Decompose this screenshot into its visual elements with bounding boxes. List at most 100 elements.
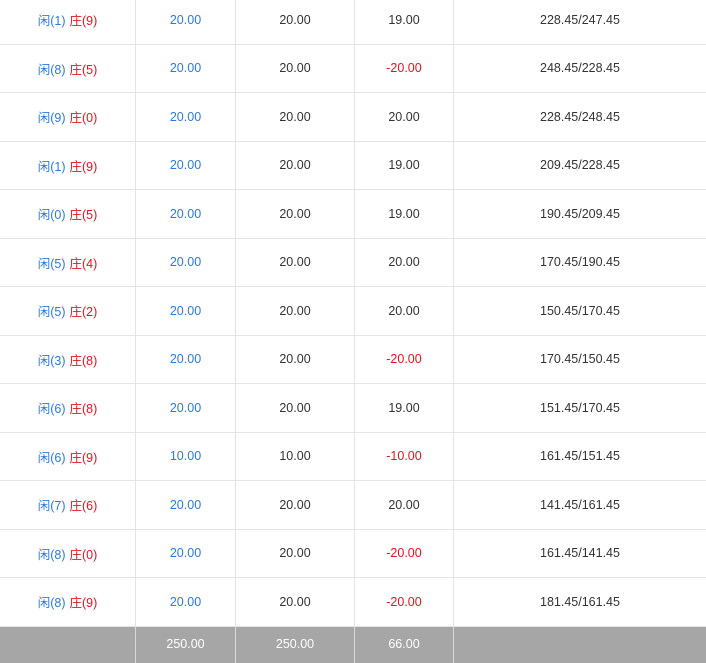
balance: 228.45/248.45 <box>540 109 620 124</box>
banker-result: 庄(9) <box>69 450 98 465</box>
player-result: 闲(0) <box>37 208 66 223</box>
bet-amount: 20.00 <box>136 287 236 335</box>
totals-label-cell <box>0 626 136 663</box>
valid-bet: 20.00 <box>236 384 355 432</box>
balance: 248.45/228.45 <box>540 61 620 76</box>
banker-result: 庄(6) <box>69 499 98 514</box>
bet-amount: 20.00 <box>136 481 236 529</box>
balance: 161.45/141.45 <box>540 546 620 561</box>
win-loss: 20.00 <box>355 93 454 141</box>
bet-amount: 20.00 <box>136 529 236 577</box>
banker-result: 庄(5) <box>69 208 98 223</box>
result-cell: 闲(8) 庄(0) <box>0 529 136 577</box>
banker-result: 庄(4) <box>69 256 98 271</box>
table-body: 闲(1) 庄(9) 20.00 20.00 19.00 228.45/247.45 闲(8)… <box>0 0 706 627</box>
banker-result: 庄(0) <box>69 547 98 562</box>
table-row: 闲(3) 庄(8) 20.00 20.00 -20.00 170.45/150.45 <box>0 335 706 384</box>
table-row: 闲(8) 庄(9) 20.00 20.00 -20.00 181.45/161.45 <box>0 578 706 627</box>
balance: 150.45/170.45 <box>540 303 620 318</box>
bet-amount: 20.00 <box>136 141 236 189</box>
banker-result: 庄(8) <box>69 353 98 368</box>
banker-result: 庄(9) <box>69 596 98 611</box>
table-row: 闲(8) 庄(0) 20.00 20.00 -20.00 161.45/141.45 <box>0 529 706 578</box>
player-result: 闲(6) <box>37 450 66 465</box>
win-loss: 19.00 <box>355 0 454 44</box>
banker-result: 庄(9) <box>69 159 98 174</box>
result-cell: 闲(5) 庄(4) <box>0 238 136 286</box>
result-cell: 闲(1) 庄(9) <box>0 141 136 189</box>
player-result: 闲(7) <box>37 499 66 514</box>
bet-records-table: 闲(1) 庄(9) 20.00 20.00 19.00 228.45/247.45 闲(8)… <box>0 0 706 663</box>
table-row: 闲(8) 庄(5) 20.00 20.00 -20.00 248.45/228.45 <box>0 44 706 93</box>
balance: 161.45/151.45 <box>540 449 620 464</box>
table-row: 闲(1) 庄(9) 20.00 20.00 19.00 209.45/228.45 <box>0 141 706 190</box>
result-cell: 闲(6) 庄(9) <box>0 432 136 480</box>
player-result: 闲(5) <box>37 305 66 320</box>
player-result: 闲(3) <box>37 353 66 368</box>
player-result: 闲(8) <box>37 547 66 562</box>
total-bet: 250.00 <box>136 626 236 663</box>
player-result: 闲(6) <box>37 402 66 417</box>
totals-balance-cell <box>454 627 706 663</box>
banker-result: 庄(2) <box>69 305 98 320</box>
player-result: 闲(1) <box>37 159 66 174</box>
win-loss: 20.00 <box>355 238 454 286</box>
valid-bet: 20.00 <box>236 141 355 189</box>
balance: 209.45/228.45 <box>540 158 620 173</box>
win-loss: -20.00 <box>355 529 454 577</box>
bet-amount: 20.00 <box>136 335 236 383</box>
table-row: 闲(5) 庄(2) 20.00 20.00 20.00 150.45/170.45 <box>0 287 706 336</box>
win-loss: 19.00 <box>355 141 454 189</box>
result-cell: 闲(9) 庄(0) <box>0 93 136 141</box>
win-loss: 20.00 <box>355 481 454 529</box>
win-loss: 19.00 <box>355 190 454 238</box>
table-row: 闲(1) 庄(9) 20.00 20.00 19.00 228.45/247.45 <box>0 0 706 45</box>
table-row: 闲(7) 庄(6) 20.00 20.00 20.00 141.45/161.45 <box>0 481 706 530</box>
result-cell: 闲(3) 庄(8) <box>0 335 136 383</box>
player-result: 闲(8) <box>37 62 66 77</box>
win-loss: -10.00 <box>355 432 454 480</box>
player-result: 闲(1) <box>37 14 66 29</box>
win-loss: -20.00 <box>355 44 454 92</box>
banker-result: 庄(0) <box>69 111 98 126</box>
result-cell: 闲(8) 庄(5) <box>0 44 136 92</box>
valid-bet: 20.00 <box>236 481 355 529</box>
bet-amount: 20.00 <box>136 44 236 92</box>
table-row: 闲(0) 庄(5) 20.00 20.00 19.00 190.45/209.45 <box>0 190 706 239</box>
bet-amount: 20.00 <box>136 0 236 44</box>
bet-amount: 20.00 <box>136 190 236 238</box>
table-row: 闲(6) 庄(8) 20.00 20.00 19.00 151.45/170.45 <box>0 384 706 433</box>
table-row: 闲(5) 庄(4) 20.00 20.00 20.00 170.45/190.45 <box>0 238 706 287</box>
win-loss: 20.00 <box>355 287 454 335</box>
balance: 151.45/170.45 <box>540 400 620 415</box>
bet-amount: 20.00 <box>136 384 236 432</box>
result-cell: 闲(7) 庄(6) <box>0 481 136 529</box>
valid-bet: 20.00 <box>236 44 355 92</box>
win-loss: -20.00 <box>355 578 454 626</box>
result-cell: 闲(5) 庄(2) <box>0 287 136 335</box>
total-win-loss: 66.00 <box>355 626 454 663</box>
win-loss: -20.00 <box>355 335 454 383</box>
balance: 170.45/190.45 <box>540 255 620 270</box>
valid-bet: 20.00 <box>236 578 355 626</box>
valid-bet: 20.00 <box>236 93 355 141</box>
valid-bet: 20.00 <box>236 335 355 383</box>
result-cell: 闲(0) 庄(5) <box>0 190 136 238</box>
player-result: 闲(9) <box>37 111 66 126</box>
result-cell: 闲(1) 庄(9) <box>0 0 136 44</box>
result-cell: 闲(8) 庄(9) <box>0 578 136 626</box>
totals-row: 250.00 250.00 66.00 <box>0 626 706 663</box>
balance: 181.45/161.45 <box>540 594 620 609</box>
valid-bet: 20.00 <box>236 0 355 44</box>
balance: 228.45/247.45 <box>540 12 620 27</box>
table-row: 闲(6) 庄(9) 10.00 10.00 -10.00 161.45/151.45 <box>0 432 706 481</box>
valid-bet: 10.00 <box>236 432 355 480</box>
balance: 141.45/161.45 <box>540 497 620 512</box>
bet-amount: 20.00 <box>136 238 236 286</box>
total-valid-bet: 250.00 <box>236 626 355 663</box>
table-row: 闲(9) 庄(0) 20.00 20.00 20.00 228.45/248.45 <box>0 93 706 142</box>
valid-bet: 20.00 <box>236 238 355 286</box>
player-result: 闲(5) <box>37 256 66 271</box>
banker-result: 庄(5) <box>69 62 98 77</box>
bet-amount: 20.00 <box>136 578 236 626</box>
